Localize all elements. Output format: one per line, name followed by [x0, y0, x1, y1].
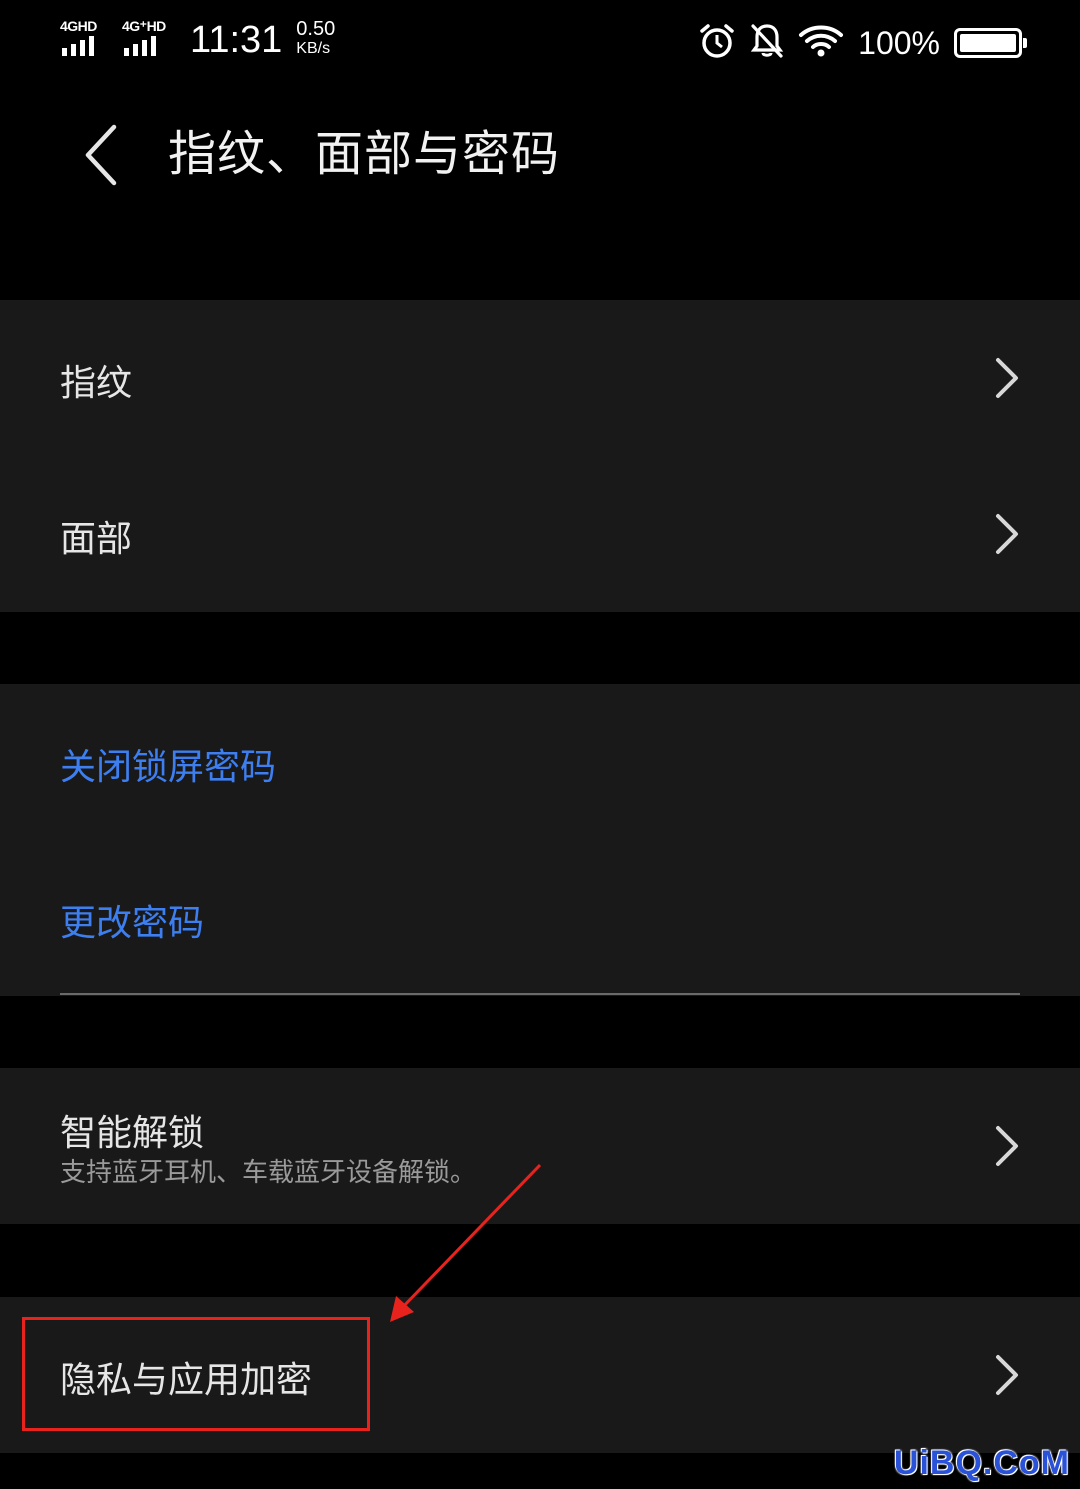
page-header: 指纹、面部与密码 — [0, 100, 1080, 210]
battery-icon — [954, 28, 1027, 58]
status-bar: 4GHD 4G⁺HD 11:31 0.50 KB/s 100% — [0, 0, 1080, 90]
settings-screen: 4GHD 4G⁺HD 11:31 0.50 KB/s 100% 指纹、面部与密码… — [0, 0, 1080, 1489]
turn-off-password-row[interactable]: 关闭锁屏密码 — [0, 684, 1080, 840]
alarm-icon — [698, 22, 736, 64]
wifi-icon — [798, 24, 844, 62]
bell-muted-icon — [750, 22, 784, 64]
network-type-1: 4GHD — [60, 18, 97, 34]
status-right: 100% — [698, 22, 1027, 64]
divider — [60, 993, 1020, 995]
password-group: 关闭锁屏密码 更改密码 — [0, 684, 1080, 996]
battery-percent: 100% — [858, 24, 940, 61]
face-row[interactable]: 面部 — [0, 456, 1080, 612]
network-speed-unit: KB/s — [296, 40, 331, 57]
status-time: 11:31 — [190, 19, 283, 61]
change-password-link[interactable]: 更改密码 — [60, 894, 204, 946]
fingerprint-label: 指纹 — [60, 363, 133, 404]
turn-off-password-link[interactable]: 关闭锁屏密码 — [60, 738, 276, 790]
signal-sim2-icon: 4G⁺HD — [122, 18, 172, 60]
smart-unlock-subtitle: 支持蓝牙耳机、车载蓝牙设备解锁。 — [60, 1158, 477, 1188]
status-left: 4GHD 4G⁺HD 11:31 0.50 KB/s — [60, 18, 335, 62]
chevron-left-icon — [85, 124, 117, 186]
chevron-right-icon — [996, 514, 1018, 554]
back-button[interactable] — [70, 120, 130, 190]
network-type-2: 4G⁺HD — [122, 18, 166, 34]
change-password-row[interactable]: 更改密码 — [0, 840, 1080, 996]
signal-sim1-icon: 4GHD — [60, 18, 110, 60]
chevron-right-icon — [996, 1126, 1018, 1166]
privacy-group: 隐私与应用加密 — [0, 1297, 1080, 1453]
face-label: 面部 — [60, 519, 133, 560]
watermark: UiBQ.CoM — [893, 1444, 1070, 1482]
biometrics-group: 指纹 面部 — [0, 300, 1080, 612]
smart-unlock-title: 智能解锁 — [60, 1113, 205, 1154]
chevron-right-icon — [996, 358, 1018, 398]
privacy-encryption-label: 隐私与应用加密 — [60, 1360, 313, 1401]
page-title: 指纹、面部与密码 — [168, 126, 561, 182]
privacy-encryption-row[interactable]: 隐私与应用加密 — [0, 1297, 1080, 1453]
network-speed: 0.50 KB/s — [296, 18, 335, 58]
chevron-right-icon — [996, 1355, 1018, 1395]
smart-unlock-group: 智能解锁 支持蓝牙耳机、车载蓝牙设备解锁。 — [0, 1068, 1080, 1224]
fingerprint-row[interactable]: 指纹 — [0, 300, 1080, 456]
smart-unlock-row[interactable]: 智能解锁 支持蓝牙耳机、车载蓝牙设备解锁。 — [0, 1068, 1080, 1224]
network-speed-value: 0.50 — [296, 18, 336, 40]
battery-fill — [960, 34, 1016, 52]
